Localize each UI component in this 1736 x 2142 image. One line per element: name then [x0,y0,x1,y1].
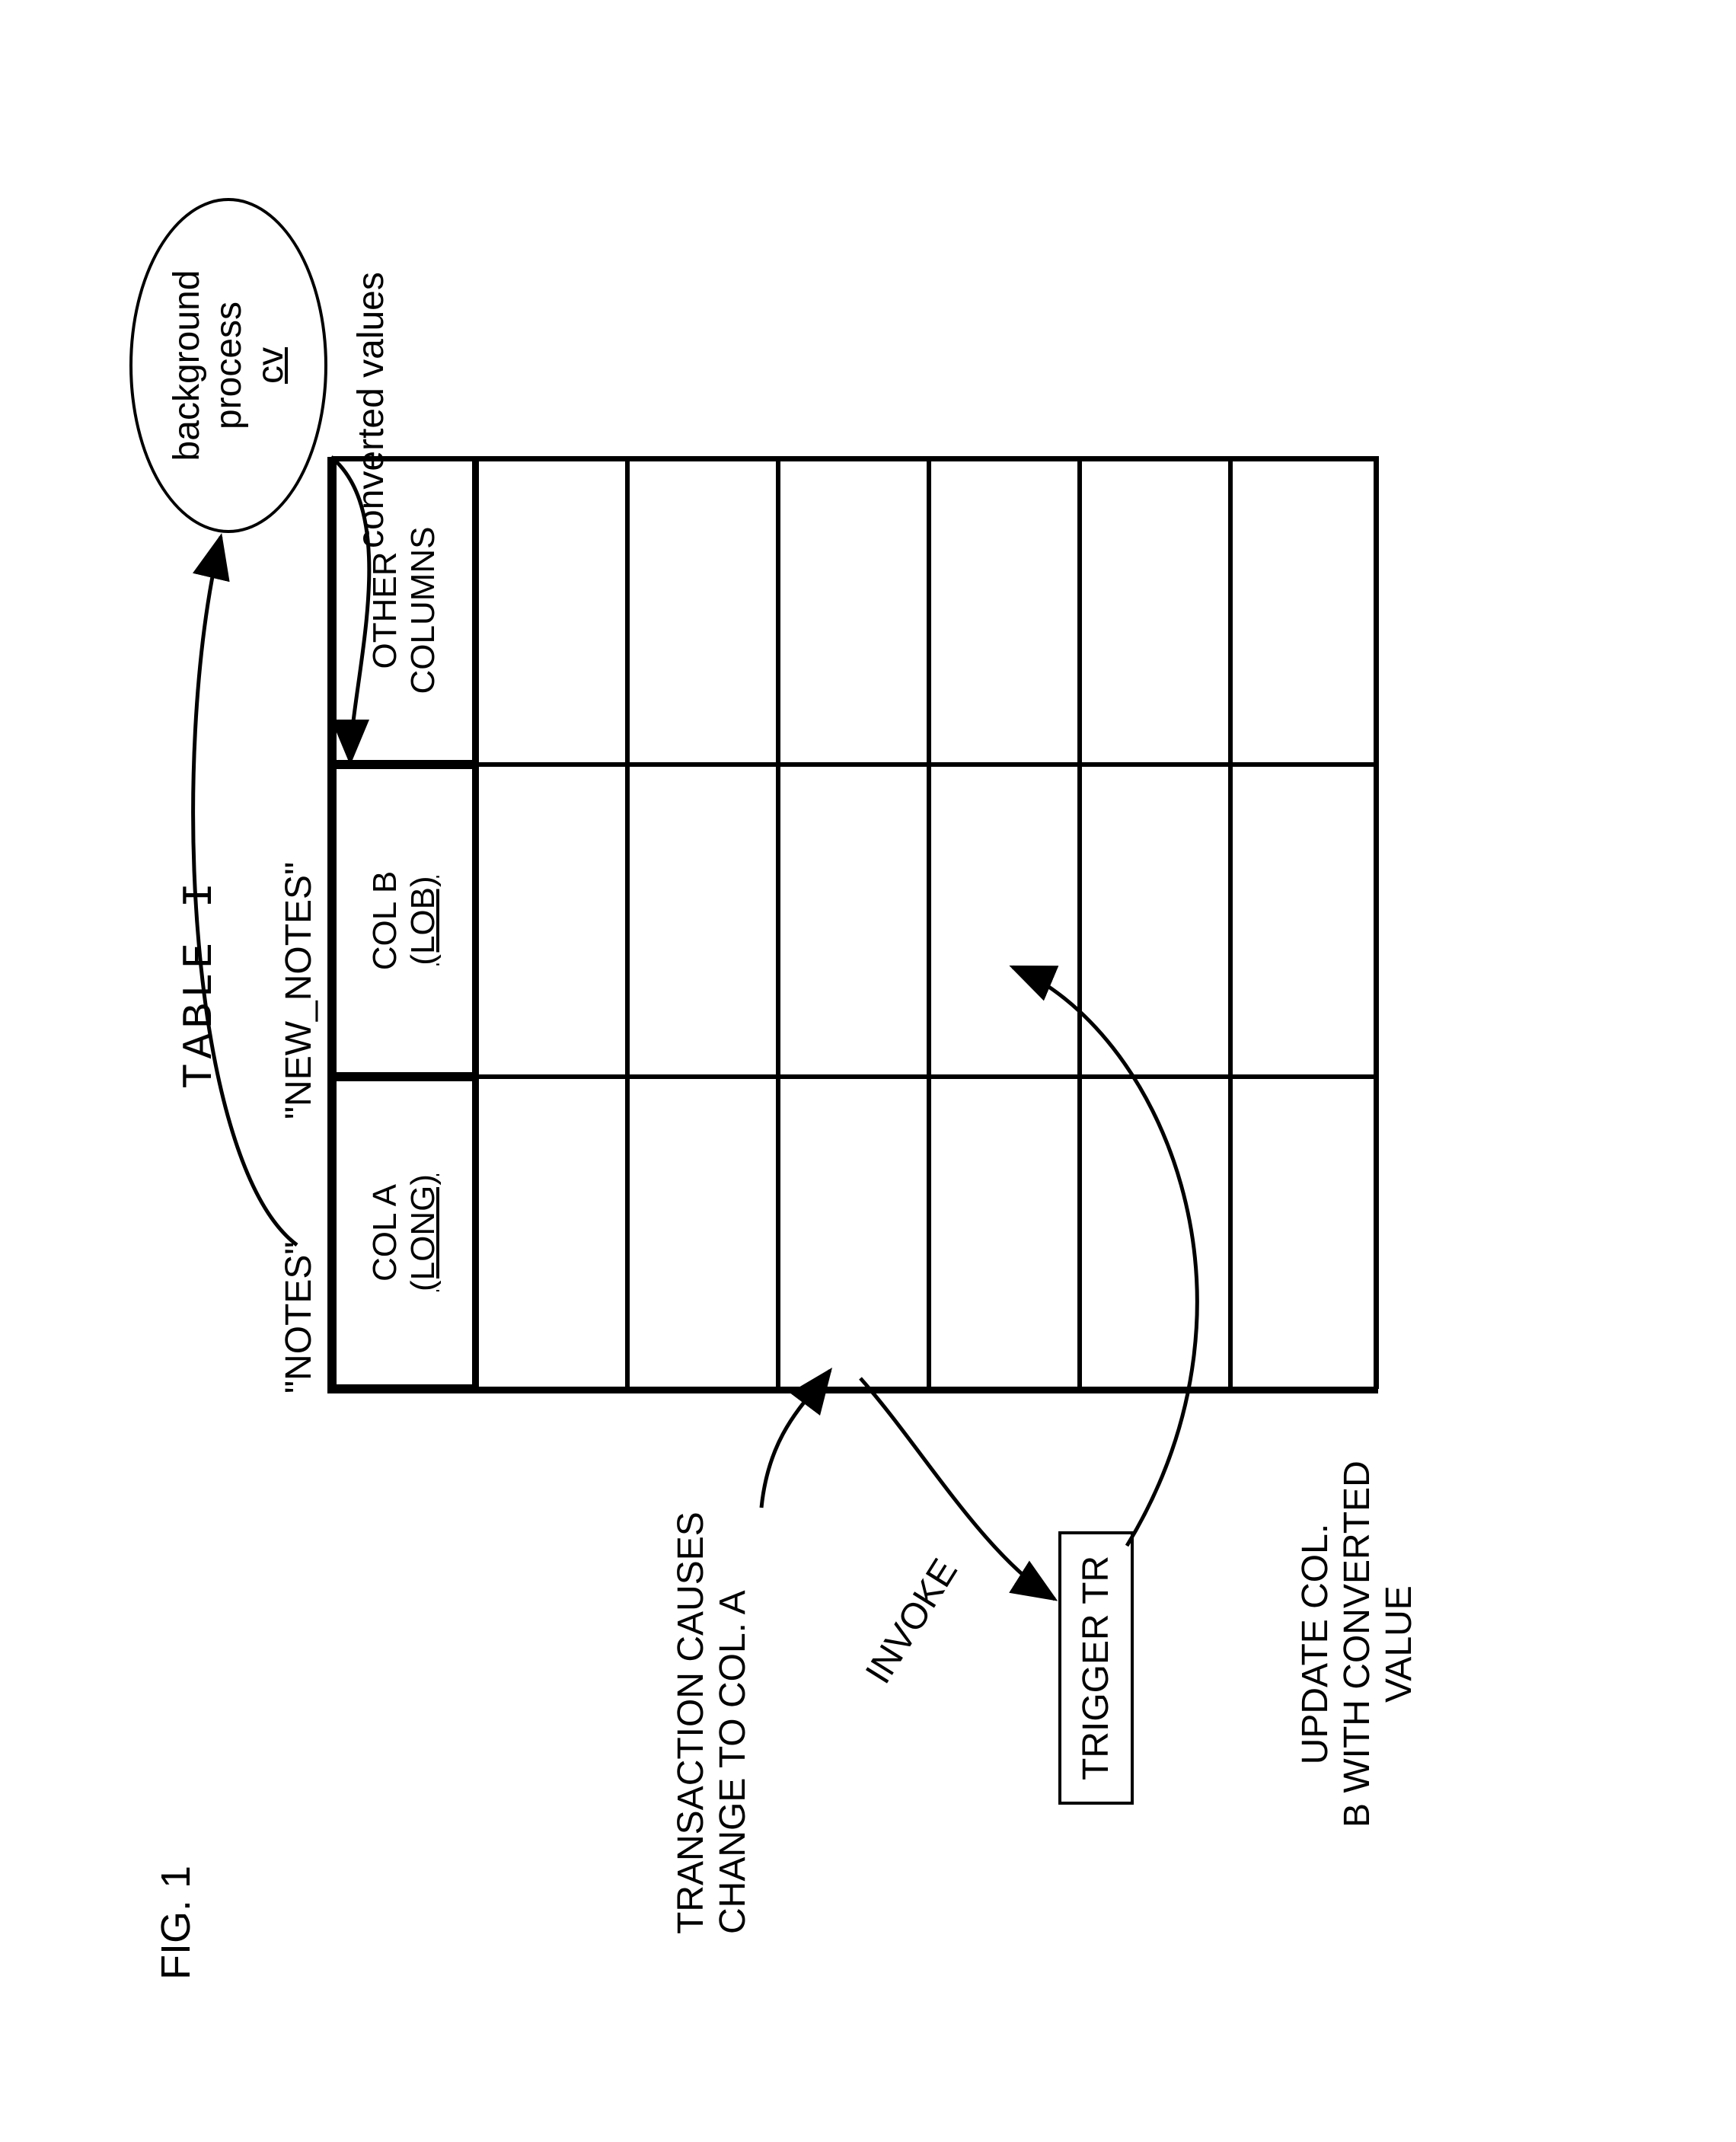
table-cell [929,765,1080,1077]
header-col-a: COL A (LONG) [332,1077,477,1389]
invoke-label: INVOKE [857,1552,966,1691]
ellipse-line2: process [208,302,250,429]
table-cell [778,765,929,1077]
table-cell [1080,1077,1230,1389]
table-title: TABLE I [175,878,224,1089]
update-text: UPDATE COL. B WITH CONVERTED VALUE [1294,1460,1420,1828]
trigger-box: TRIGGER TR [1058,1531,1134,1805]
col-b-line2: (LOB) [404,876,442,965]
table-grid: COL A (LONG) COL B (LOB) OTHER COLUMNS [327,457,1378,1393]
txn-line1: TRANSACTION CAUSES [670,1512,712,1934]
table-cell [1230,456,1379,765]
diagram-stage: TABLE I "NOTES" "NEW_NOTES" background p… [152,152,1599,1980]
table-cell [778,1077,929,1389]
update-line1: UPDATE COL. [1294,1460,1336,1828]
table-cell [778,456,929,765]
header-col-b: COL B (LOB) [332,765,477,1077]
col-a-line2: (LONG) [404,1174,442,1291]
col-b-line1: COL B [366,871,404,970]
update-line3: VALUE [1378,1460,1420,1828]
other-line1: OTHER [366,552,404,669]
col-a-line1: COL A [366,1184,404,1282]
table-cell [477,1077,627,1389]
table-cell [627,456,778,765]
table-cell [1080,456,1230,765]
trigger-label: TRIGGER TR [1076,1556,1116,1780]
table-cell [1230,765,1379,1077]
table-cell [1080,765,1230,1077]
ellipse-line1: background [166,270,208,461]
update-line2: B WITH CONVERTED [1336,1460,1378,1828]
table-cell [477,456,627,765]
txn-line2: CHANGE TO COL. A [712,1512,754,1934]
table-cell [929,456,1080,765]
table-cell [477,765,627,1077]
other-line2: COLUMNS [404,526,442,694]
table-cell [627,1077,778,1389]
transaction-text: TRANSACTION CAUSES CHANGE TO COL. A [670,1512,754,1934]
header-other: OTHER COLUMNS [332,456,477,765]
new-notes-label: "NEW_NOTES" [278,862,320,1119]
background-process-ellipse: background process cv [129,198,327,533]
table-cell [929,1077,1080,1389]
notes-label: "NOTES" [278,1242,320,1393]
table-cell [1230,1077,1379,1389]
ellipse-line3: cv [250,347,292,384]
table-cell [627,765,778,1077]
